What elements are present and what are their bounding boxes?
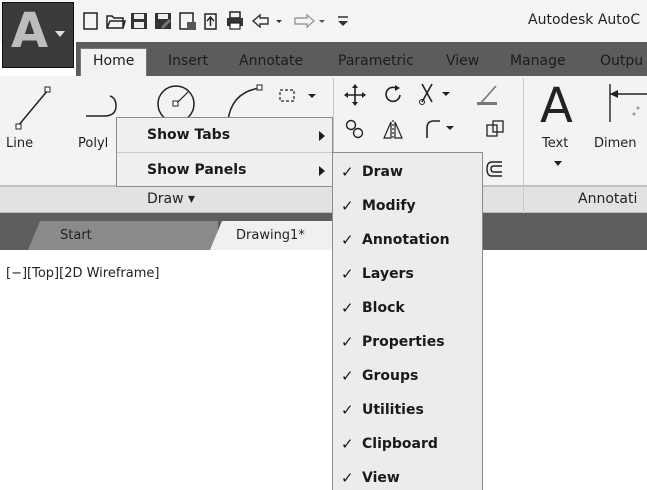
tab-output[interactable]: Outpu — [600, 50, 643, 76]
ribbon-tab-bar: Home Insert Annotate Parametric View Man… — [76, 42, 647, 76]
application-menu-button[interactable]: A — [2, 2, 74, 68]
checkmark-icon: ✓ — [341, 231, 354, 249]
tab-parametric[interactable]: Parametric — [338, 50, 414, 76]
checkmark-icon: ✓ — [341, 333, 354, 351]
annotation-panel-footer[interactable]: Annotati — [524, 186, 647, 213]
submenu-item-layers[interactable]: ✓ Layers — [333, 257, 482, 291]
dimension-tool-label[interactable]: Dimen — [594, 136, 637, 151]
undo-icon[interactable] — [250, 8, 290, 34]
save-as-icon[interactable] — [152, 8, 174, 34]
share-icon[interactable] — [200, 8, 222, 34]
checkmark-icon: ✓ — [341, 401, 354, 419]
submenu-item-block[interactable]: ✓ Block — [333, 291, 482, 325]
rectangle-icon[interactable] — [278, 86, 318, 106]
text-tool-label[interactable]: Text — [542, 136, 568, 151]
checkmark-icon: ✓ — [341, 435, 354, 453]
draw-panel-footer[interactable]: Draw ▾ — [0, 186, 333, 213]
save-icon[interactable] — [128, 8, 150, 34]
doc-tab-start[interactable]: Start — [28, 221, 218, 250]
rotate-icon[interactable] — [382, 84, 404, 106]
line-icon[interactable] — [14, 84, 54, 130]
checkmark-icon: ✓ — [341, 265, 354, 283]
tab-insert[interactable]: Insert — [168, 50, 208, 76]
mirror-icon[interactable] — [382, 118, 404, 140]
move-icon[interactable] — [344, 84, 366, 106]
line-tool-label[interactable]: Line — [6, 136, 33, 151]
array-icon[interactable] — [484, 118, 506, 140]
chevron-right-icon — [319, 131, 325, 141]
checkmark-icon: ✓ — [341, 367, 354, 385]
print-icon[interactable] — [224, 8, 246, 34]
tab-annotate[interactable]: Annotate — [239, 50, 303, 76]
tab-home[interactable]: Home — [80, 48, 148, 76]
dimension-icon[interactable] — [604, 82, 647, 126]
erase-icon[interactable] — [474, 82, 500, 108]
submenu-item-utilities[interactable]: ✓ Utilities — [333, 393, 482, 427]
submenu-item-draw[interactable]: ✓ Draw — [333, 155, 482, 189]
new-file-icon[interactable] — [80, 8, 102, 34]
submenu-item-properties[interactable]: ✓ Properties — [333, 325, 482, 359]
submenu-item-groups[interactable]: ✓ Groups — [333, 359, 482, 393]
text-tool-icon[interactable]: A — [540, 78, 573, 134]
checkmark-icon: ✓ — [341, 469, 354, 487]
submenu-item-annotation[interactable]: ✓ Annotation — [333, 223, 482, 257]
title-bar: Autodesk AutoC — [0, 0, 647, 42]
autocad-logo-icon: A — [11, 3, 49, 59]
tab-manage[interactable]: Manage — [510, 50, 566, 76]
submenu-item-clipboard[interactable]: ✓ Clipboard — [333, 427, 482, 461]
submenu-item-view[interactable]: ✓ View — [333, 461, 482, 490]
chevron-down-icon[interactable] — [553, 160, 563, 168]
show-panels-submenu: ✓ Draw ✓ Modify ✓ Annotation ✓ Layers ✓ … — [332, 152, 483, 490]
menu-divider — [117, 152, 332, 153]
document-tab-bar: Start Drawing1* — [0, 213, 647, 250]
checkmark-icon: ✓ — [341, 163, 354, 181]
draw-panel-title[interactable]: Draw ▾ — [147, 191, 195, 207]
chevron-right-icon — [319, 166, 325, 176]
chevron-down-icon — [55, 31, 65, 37]
menu-item-show-panels[interactable]: Show Panels — [117, 154, 332, 187]
polyline-tool-label[interactable]: Polyl — [78, 136, 108, 151]
submenu-item-modify[interactable]: ✓ Modify — [333, 189, 482, 223]
viewport-controls[interactable]: [−][Top][2D Wireframe] — [6, 266, 159, 281]
window-title: Autodesk AutoC — [528, 12, 641, 28]
customize-icon[interactable] — [334, 8, 352, 34]
offset-icon[interactable] — [484, 158, 506, 180]
tab-view[interactable]: View — [446, 50, 479, 76]
redo-icon[interactable] — [292, 8, 332, 34]
ribbon-context-menu: Show Tabs Show Panels — [116, 117, 333, 187]
checkmark-icon: ✓ — [341, 197, 354, 215]
open-folder-icon[interactable] — [104, 8, 126, 34]
trim-icon[interactable] — [418, 82, 454, 106]
checkmark-icon: ✓ — [341, 299, 354, 317]
export-icon[interactable] — [176, 8, 198, 34]
copy-icon[interactable] — [344, 118, 366, 140]
annotation-panel-title[interactable]: Annotati — [578, 191, 637, 207]
fillet-icon[interactable] — [424, 118, 454, 140]
menu-item-show-tabs[interactable]: Show Tabs — [117, 119, 332, 152]
